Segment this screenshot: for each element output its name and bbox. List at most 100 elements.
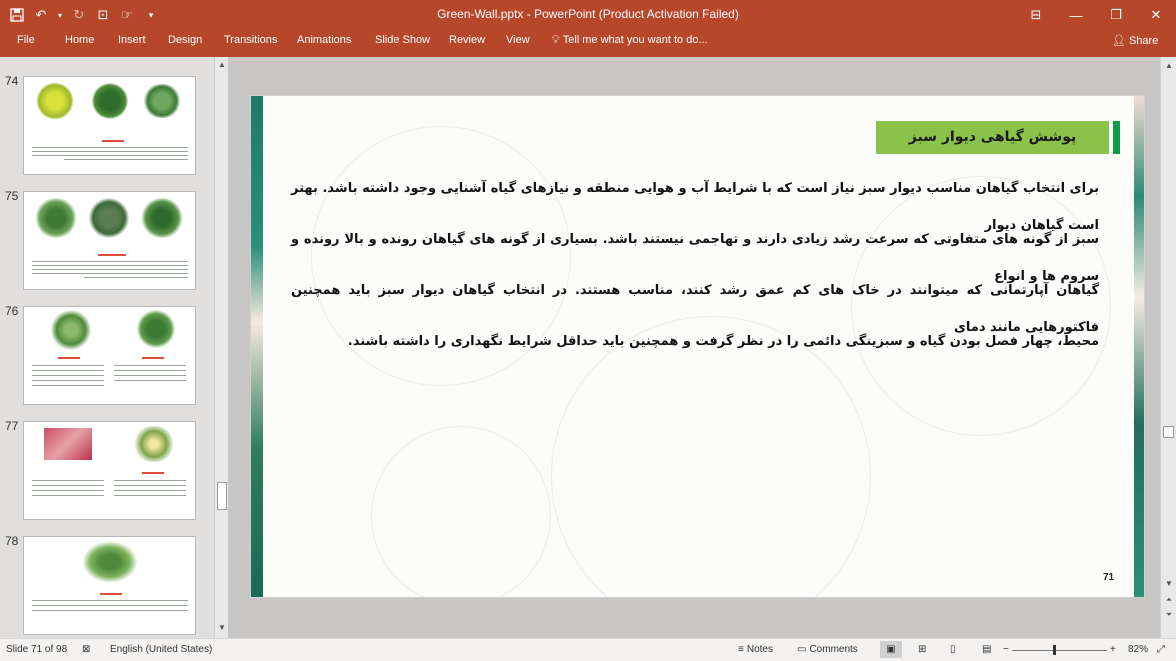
normal-view-icon[interactable]: ▣: [880, 641, 902, 658]
thumb-text-line: [32, 610, 188, 611]
thumbnail-scrollbar[interactable]: ▲ ▼: [214, 57, 228, 638]
thumb-text-line: [32, 370, 104, 371]
tell-me-label: Tell me what you want to do...: [562, 34, 708, 46]
slide-thumbnail-76[interactable]: [23, 306, 196, 405]
slide-thumbnail-75[interactable]: [23, 191, 196, 290]
thumb-text-line: [32, 365, 104, 366]
restore-icon[interactable]: ❐: [1096, 0, 1136, 30]
tab-insert[interactable]: Insert: [118, 34, 146, 46]
plant-image: [142, 84, 182, 118]
tab-view[interactable]: View: [506, 34, 530, 46]
thumb-text-line: [114, 365, 186, 366]
thumb-text-line: [32, 495, 104, 496]
thumb-text-line: [32, 605, 188, 606]
thumb-text-line: [114, 495, 186, 496]
tab-file[interactable]: File: [17, 34, 35, 46]
previous-slide-icon[interactable]: ⏶: [1164, 595, 1174, 605]
thumbnail-number: 76: [5, 304, 19, 318]
thumb-heading: [58, 357, 80, 359]
thumb-text-line: [114, 375, 186, 376]
minimize-icon[interactable]: —: [1056, 0, 1096, 30]
plant-image: [132, 426, 176, 462]
zoom-level[interactable]: 82%: [1128, 644, 1148, 655]
slide-body-text[interactable]: برای انتخاب گیاهان مناسب دیوار سبز نیاز …: [291, 170, 1099, 374]
tab-animations[interactable]: Animations: [297, 34, 351, 46]
comments-label: Comments: [809, 644, 858, 655]
thumb-text-line: [114, 485, 186, 486]
fit-to-window-icon[interactable]: ⤢: [1157, 644, 1165, 655]
share-label: Share: [1128, 35, 1159, 47]
slide-show-icon[interactable]: ▤: [982, 644, 991, 655]
notes-button[interactable]: ≡ Notes: [738, 644, 773, 655]
thumb-text-line: [114, 370, 186, 371]
zoom-in-icon[interactable]: +: [1110, 644, 1116, 655]
scrollbar-thumb[interactable]: [1163, 426, 1174, 438]
leaf-decoration-left: [251, 96, 263, 597]
next-slide-icon[interactable]: ⏷: [1164, 610, 1174, 620]
plant-image: [36, 82, 74, 120]
tab-transitions[interactable]: Transitions: [224, 34, 277, 46]
thumbnail-number: 78: [5, 534, 19, 548]
thumb-heading: [142, 472, 164, 474]
scroll-down-icon[interactable]: ▼: [1164, 579, 1174, 589]
plant-image: [82, 541, 138, 583]
zoom-slider-handle[interactable]: [1053, 645, 1056, 655]
language-indicator[interactable]: English (United States): [110, 644, 212, 655]
plant-image: [136, 310, 176, 348]
thumb-text-line: [114, 380, 186, 381]
thumb-text-line: [32, 385, 104, 386]
thumb-text-line: [32, 269, 188, 270]
comments-icon: ▭: [797, 644, 807, 655]
thumb-text-line: [32, 273, 188, 274]
tab-slide-show[interactable]: Slide Show: [375, 34, 430, 46]
thumb-text-line: [32, 480, 104, 481]
thumb-text-line: [84, 277, 188, 278]
thumb-text-line: [114, 490, 186, 491]
ribbon-display-options-icon[interactable]: ⊟: [1016, 0, 1056, 30]
plant-image: [140, 198, 184, 238]
thumb-text-line: [32, 151, 188, 152]
plant-image: [34, 198, 78, 238]
zoom-slider[interactable]: [1012, 650, 1107, 651]
thumb-text-line: [32, 375, 104, 376]
slide-thumbnail-78[interactable]: [23, 536, 196, 635]
thumb-text-line: [32, 485, 104, 486]
leaf-decoration-right: [1134, 96, 1144, 597]
comments-button[interactable]: ▭ Comments: [797, 644, 858, 655]
slide-sorter-icon[interactable]: ⊞: [918, 644, 926, 655]
tab-design[interactable]: Design: [168, 34, 202, 46]
tell-me-box[interactable]: 💡︎ Tell me what you want to do...: [552, 34, 708, 47]
scroll-down-icon[interactable]: ▼: [217, 623, 227, 633]
zoom-out-icon[interactable]: −: [1003, 644, 1009, 655]
thumb-text-line: [32, 265, 188, 266]
close-icon[interactable]: ✕: [1136, 0, 1176, 30]
thumb-text-line: [32, 155, 188, 156]
editor-scrollbar[interactable]: ▲ ▼ ⏶ ⏷: [1160, 57, 1176, 638]
scrollbar-thumb[interactable]: [217, 482, 227, 510]
slide-heading[interactable]: پوشش گیاهی دیوار سبز: [876, 121, 1109, 154]
plant-image: [44, 428, 92, 460]
ribbon-tabs: File Home Insert Design Transitions Anim…: [0, 30, 1176, 57]
tab-home[interactable]: Home: [65, 34, 94, 46]
plant-image: [92, 82, 128, 120]
thumb-text-line: [32, 147, 188, 148]
body-line: برای انتخاب گیاهان مناسب دیوار سبز نیاز …: [291, 181, 1099, 233]
tab-review[interactable]: Review: [449, 34, 485, 46]
scroll-up-icon[interactable]: ▲: [1164, 61, 1174, 71]
thumb-heading: [100, 593, 122, 595]
thumb-text-line: [114, 480, 186, 481]
spell-check-icon[interactable]: ⊠: [82, 644, 90, 655]
thumb-text-line: [32, 490, 104, 491]
window-controls: ⊟ — ❐ ✕: [1016, 0, 1176, 30]
slide-canvas[interactable]: پوشش گیاهی دیوار سبز برای انتخاب گیاهان …: [250, 95, 1145, 598]
share-button[interactable]: 👤︎ Share: [1112, 34, 1158, 47]
body-line: سبز از گونه های متفاوتی که سرعت رشد زیاد…: [291, 232, 1099, 284]
scroll-up-icon[interactable]: ▲: [217, 60, 227, 70]
thumb-text-line: [32, 380, 104, 381]
thumb-heading: [102, 140, 124, 142]
slide-thumbnail-74[interactable]: [23, 76, 196, 175]
slide-thumbnail-77[interactable]: [23, 421, 196, 520]
reading-view-icon[interactable]: ▯: [950, 644, 956, 655]
slide-counter: Slide 71 of 98: [6, 644, 68, 655]
body-line: گیاهان آپارتمانی که میتوانند در خاک های …: [291, 283, 1099, 335]
